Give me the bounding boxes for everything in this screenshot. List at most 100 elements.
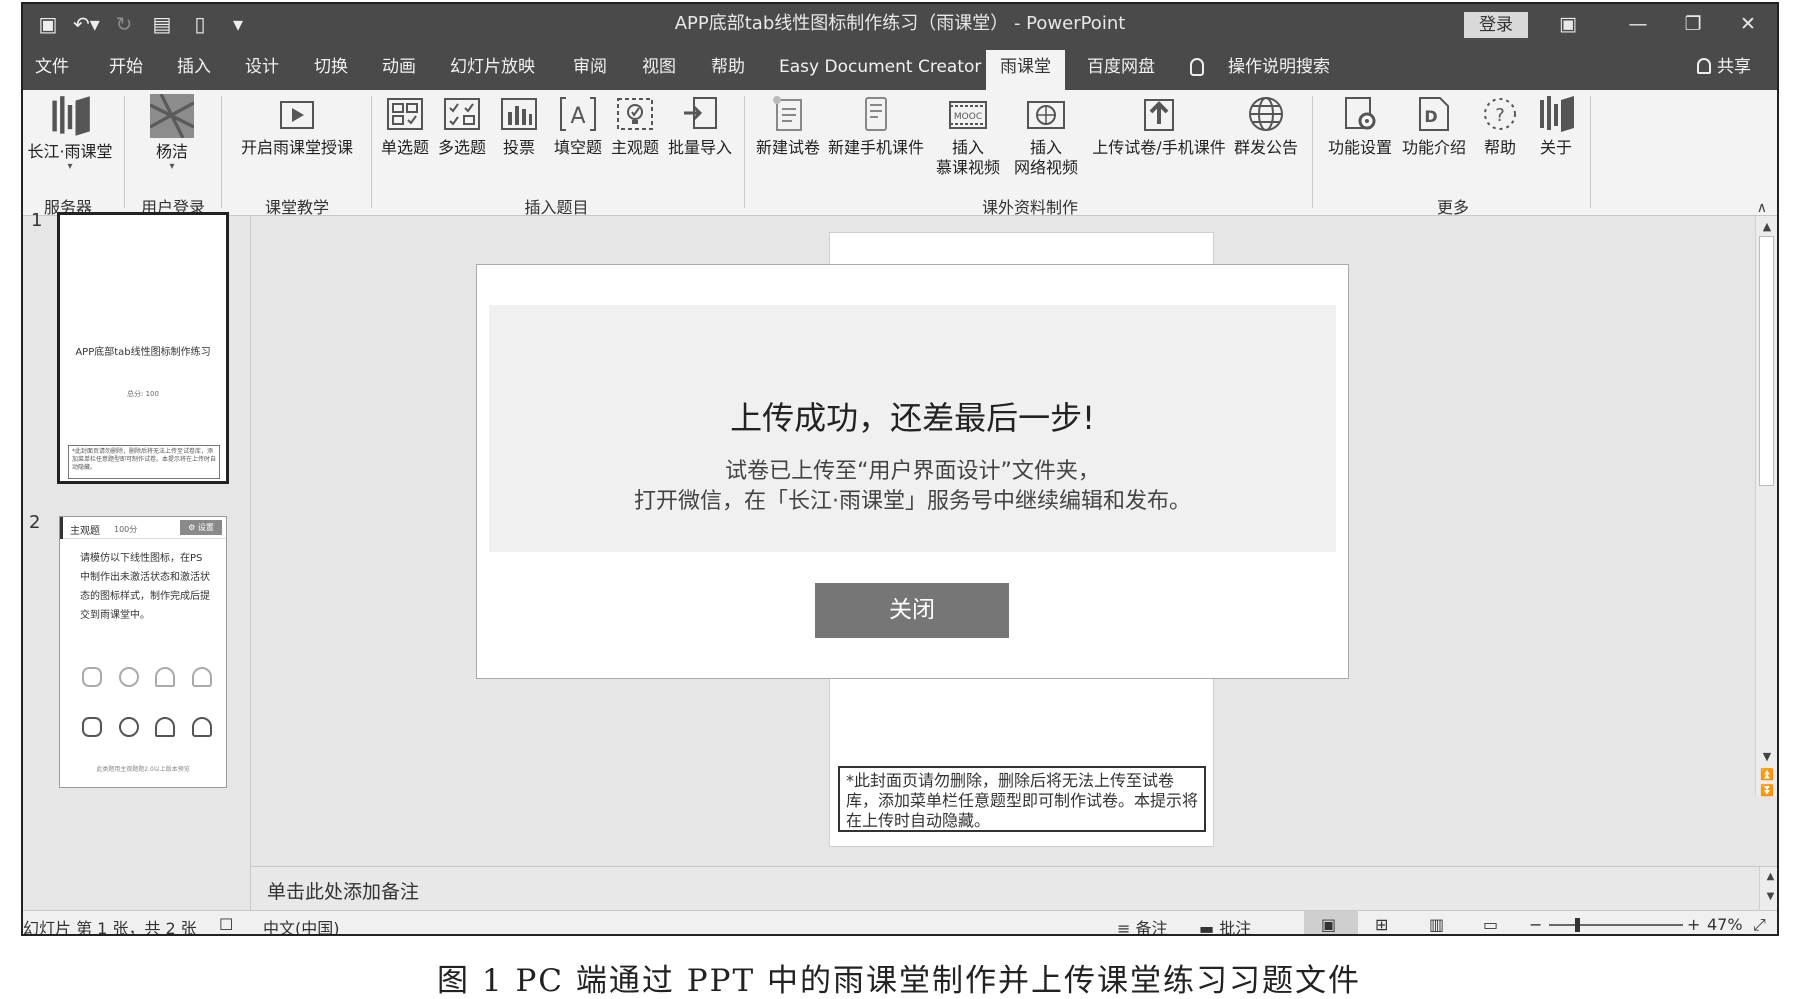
share-button[interactable]: 共享 bbox=[1697, 52, 1751, 82]
help-button[interactable]: ? 帮助 bbox=[1475, 94, 1525, 158]
new-paper-icon bbox=[768, 94, 808, 134]
comments-toggle[interactable]: ▬ 批注 bbox=[1199, 915, 1251, 936]
close-window-icon[interactable]: ✕ bbox=[1723, 4, 1773, 44]
multiple-choice-icon bbox=[442, 94, 482, 134]
vote-button[interactable]: 投票 bbox=[497, 94, 541, 158]
insert-mooc-video-button[interactable]: MOOC 插入 慕课视频 bbox=[933, 94, 1003, 178]
person-icon bbox=[191, 667, 212, 687]
function-intro-button[interactable]: D 功能介绍 bbox=[1399, 94, 1469, 158]
figure-caption: 图 1 PC 端通过 PPT 中的雨课堂制作并上传课堂练习习题文件 bbox=[437, 963, 1361, 999]
status-bar: 幻灯片 第 1 张，共 2 张 ☐ 中文(中国) ≡ 备注 ▬ 批注 ▣ ⊞ ▥… bbox=[23, 910, 1777, 936]
minimize-icon[interactable]: — bbox=[1613, 4, 1663, 44]
slide-thumbnail-pane: 1 APP底部tab线性图标制作练习 总分: 100 *此封面页请勿删除，删除后… bbox=[23, 210, 251, 910]
batch-import-button[interactable]: 批量导入 bbox=[666, 94, 734, 158]
language-indicator[interactable]: 中文(中国) bbox=[263, 915, 340, 934]
tab-yuketang[interactable]: 雨课堂 bbox=[986, 50, 1065, 90]
notes-icon: ≡ bbox=[1117, 919, 1136, 936]
upload-paper-button[interactable]: 上传试卷/手机课件 bbox=[1089, 94, 1229, 158]
tab-help[interactable]: 帮助 bbox=[711, 52, 745, 90]
home-icon bbox=[82, 667, 102, 687]
notes-placeholder[interactable]: 单击此处添加备注 bbox=[267, 877, 419, 904]
help-question-icon: ? bbox=[1480, 94, 1520, 134]
subjective-icon bbox=[615, 94, 655, 134]
zoom-level[interactable]: 47% bbox=[1707, 915, 1743, 934]
cover-note-textbox[interactable]: *此封面页请勿删除，删除后将无法上传至试卷库，添加菜单栏任意题型即可制作试卷。本… bbox=[838, 766, 1206, 832]
tab-easy-document-creator[interactable]: Easy Document Creator bbox=[779, 52, 981, 90]
powerpoint-window: ▣ ↶▾ ↻ ▤ ▯ ▾ APP底部tab线性图标制作练习（雨课堂） - Pow… bbox=[21, 2, 1779, 936]
login-button[interactable]: 登录 bbox=[1464, 12, 1528, 38]
slide-sorter-icon[interactable]: ⊞ bbox=[1375, 915, 1388, 934]
notes-toggle[interactable]: ≡ 备注 bbox=[1117, 915, 1168, 936]
thumbnail-score: 总分: 100 bbox=[127, 390, 159, 398]
tab-baidu-pan[interactable]: 百度网盘 bbox=[1087, 52, 1155, 90]
tab-review[interactable]: 审阅 bbox=[573, 52, 607, 90]
spellcheck-icon[interactable]: ☐ bbox=[219, 915, 233, 934]
tab-slideshow[interactable]: 幻灯片放映 bbox=[450, 52, 535, 90]
zoom-slider-thumb[interactable] bbox=[1574, 918, 1580, 932]
person-icon bbox=[191, 717, 212, 737]
group-separator bbox=[744, 96, 745, 208]
restore-icon[interactable]: ❐ bbox=[1668, 4, 1718, 44]
person-icon bbox=[1697, 58, 1711, 74]
previous-slide-icon[interactable]: ⏫ bbox=[1756, 768, 1777, 781]
normal-view-icon[interactable]: ▣ bbox=[1321, 915, 1336, 934]
slide-thumbnail-1[interactable]: APP底部tab线性图标制作练习 总分: 100 *此封面页请勿删除，删除后将无… bbox=[57, 212, 229, 484]
zoom-slider[interactable] bbox=[1549, 924, 1683, 926]
tab-insert[interactable]: 插入 bbox=[177, 52, 211, 90]
about-button[interactable]: 关于 bbox=[1531, 94, 1581, 158]
start-class-icon bbox=[277, 94, 317, 134]
close-dialog-button[interactable]: 关闭 bbox=[815, 583, 1009, 638]
scroll-down-icon[interactable]: ▼ bbox=[1756, 750, 1777, 763]
tab-home[interactable]: 开始 bbox=[109, 52, 143, 90]
fill-blank-button[interactable]: A 填空题 bbox=[552, 94, 604, 158]
vote-chart-icon bbox=[499, 94, 539, 134]
ribbon-display-icon[interactable]: ▣ bbox=[1543, 4, 1593, 44]
notes-pane[interactable]: 单击此处添加备注 ▲ ▼ bbox=[251, 866, 1777, 911]
function-settings-button[interactable]: 功能设置 bbox=[1325, 94, 1395, 158]
question-header: 主观题 100分 ⚙ 设置 bbox=[60, 517, 226, 539]
subjective-button[interactable]: 主观题 bbox=[609, 94, 661, 158]
slideshow-view-icon[interactable]: ▭ bbox=[1483, 915, 1498, 934]
fit-to-window-icon[interactable]: ⤢ bbox=[1753, 915, 1766, 934]
svg-text:MOOC: MOOC bbox=[954, 112, 982, 122]
group-separator bbox=[1312, 96, 1313, 208]
svg-text:A: A bbox=[570, 104, 585, 129]
new-paper-button[interactable]: 新建试卷 bbox=[755, 94, 821, 158]
notes-scrollbar[interactable]: ▲ ▼ bbox=[1759, 867, 1777, 911]
scrollbar-thumb[interactable] bbox=[1759, 236, 1774, 486]
collapse-ribbon-icon[interactable]: ∧ bbox=[1757, 200, 1767, 216]
fill-blank-icon: A bbox=[558, 94, 598, 134]
tell-me-search[interactable]: 操作说明搜索 bbox=[1228, 52, 1330, 90]
next-slide-icon[interactable]: ⏬ bbox=[1756, 784, 1777, 797]
new-mobile-courseware-button[interactable]: 新建手机课件 bbox=[826, 94, 926, 158]
mobile-courseware-icon bbox=[856, 94, 896, 134]
user-account-button[interactable]: 杨洁 ▾ bbox=[139, 93, 205, 172]
multiple-choice-button[interactable]: 多选题 bbox=[436, 94, 488, 158]
tab-view[interactable]: 视图 bbox=[642, 52, 676, 90]
zoom-in-icon[interactable]: + bbox=[1687, 915, 1700, 934]
user-avatar-icon bbox=[149, 93, 195, 139]
inactive-icon-row bbox=[82, 667, 212, 687]
mooc-video-icon: MOOC bbox=[948, 94, 988, 134]
slide-thumbnail-2[interactable]: 主观题 100分 ⚙ 设置 请模仿以下线性图标，在PS中制作出未激活状态和激活状… bbox=[59, 516, 227, 788]
thumbnail-note: *此封面页请勿删除，删除后将无法上传至试卷库，添加菜单栏任意题型即可制作试卷。本… bbox=[68, 445, 220, 479]
tab-file[interactable]: 文件 bbox=[35, 52, 69, 90]
tab-transitions[interactable]: 切换 bbox=[314, 52, 348, 90]
start-class-button[interactable]: 开启雨课堂授课 bbox=[231, 94, 363, 158]
bell-icon bbox=[155, 667, 176, 687]
zoom-out-icon[interactable]: − bbox=[1529, 915, 1542, 934]
single-choice-button[interactable]: 单选题 bbox=[379, 94, 431, 158]
insert-web-video-button[interactable]: 插入 网络视频 bbox=[1011, 94, 1081, 178]
announce-button[interactable]: 群发公告 bbox=[1231, 94, 1301, 158]
comment-icon: ▬ bbox=[1199, 919, 1220, 936]
tab-animations[interactable]: 动画 bbox=[382, 52, 416, 90]
scroll-up-icon[interactable]: ▲ bbox=[1756, 220, 1777, 233]
vertical-scrollbar[interactable]: ▲ ▼ ⏫ ⏬ bbox=[1755, 216, 1777, 797]
tab-design[interactable]: 设计 bbox=[245, 52, 279, 90]
slide-number: 1 bbox=[31, 210, 43, 231]
dropdown-arrow-icon: ▾ bbox=[169, 161, 175, 172]
share-label: 共享 bbox=[1717, 57, 1751, 77]
changjiang-yuketang-button[interactable]: 长江·雨课堂 ▾ bbox=[25, 94, 115, 172]
reading-view-icon[interactable]: ▥ bbox=[1429, 915, 1444, 934]
svg-text:D: D bbox=[1424, 107, 1437, 126]
